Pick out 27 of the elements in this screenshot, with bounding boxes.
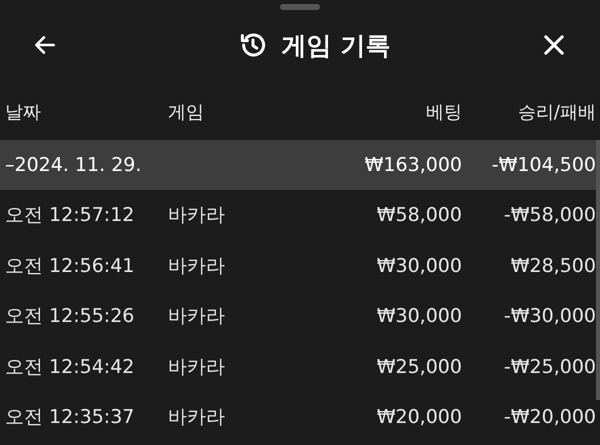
column-header: 게임 [168, 101, 204, 124]
table-cell-text: 바카라 [168, 254, 225, 279]
drag-handle[interactable] [280, 4, 320, 10]
table-cell: ₩25,000 [376, 356, 462, 378]
column-header: 날짜 [5, 101, 41, 124]
table-cell-text: 바카라 [168, 405, 225, 430]
table-cell-text: 바카라 [168, 203, 225, 228]
scrollbar[interactable] [596, 140, 600, 400]
table-cell-text: 오전 12:57:12 [5, 203, 134, 228]
table-cell-text: 바카라 [168, 354, 225, 380]
table-cell: ₩30,000 [376, 254, 462, 277]
table-cell: ₩28,500 [510, 254, 596, 277]
table-cell-text: 바카라 [168, 304, 225, 330]
table-cell: -₩58,000 [504, 204, 596, 226]
table-cell: ₩58,000 [376, 204, 462, 226]
table-cell: -₩30,000 [504, 305, 596, 328]
table-cell: -₩25,000 [504, 356, 596, 378]
table-cell: ₩30,000 [376, 305, 462, 328]
table-cell-text: 오전 12:56:41 [5, 254, 134, 279]
table-cell-text: 오전 12:54:42 [5, 354, 134, 380]
column-header: 베팅 [426, 101, 462, 124]
column-header: 승리/패배 [518, 101, 596, 124]
window-title: 게임 기록 [282, 30, 390, 62]
table-cell: ₩20,000 [376, 406, 462, 428]
table-cell-text: 오전 12:35:37 [5, 405, 134, 430]
table-cell-text: 오전 12:55:26 [5, 304, 134, 330]
table-cell: -₩20,000 [504, 406, 596, 428]
